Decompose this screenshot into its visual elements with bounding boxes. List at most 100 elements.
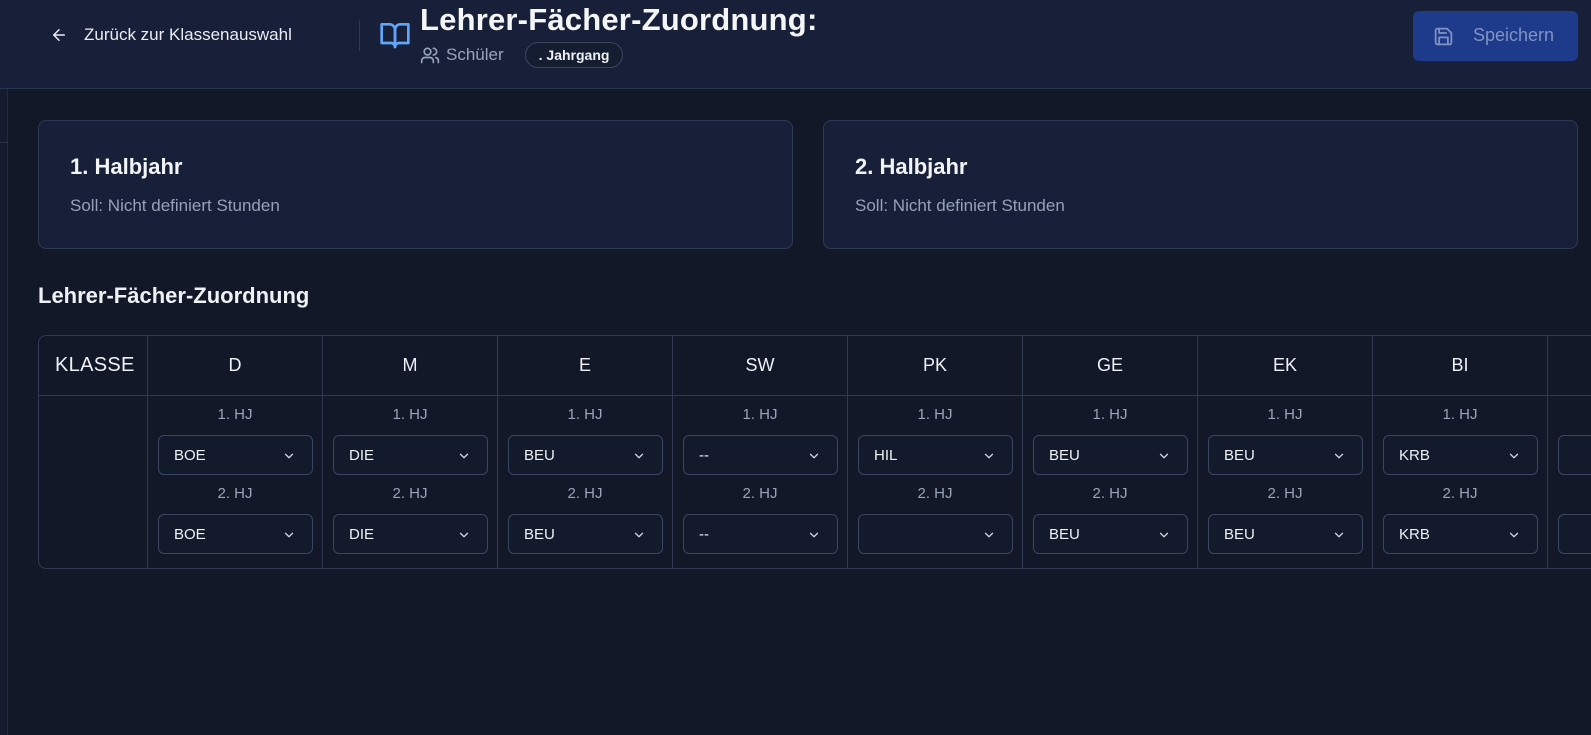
subject-header: EK bbox=[1272, 355, 1297, 375]
students-count: Schüler bbox=[446, 45, 504, 64]
subject-header: PK bbox=[922, 355, 947, 375]
chevron-down-icon bbox=[1159, 453, 1169, 459]
selected-teacher: -- bbox=[699, 526, 709, 543]
subject-column: EK 1. HJ BEU 2. HJ BEU bbox=[1198, 336, 1373, 568]
hj2-label: 2. HJ bbox=[1267, 485, 1303, 502]
hj1-label: 1. HJ bbox=[1442, 406, 1478, 423]
hj1-label: 1. HJ bbox=[917, 406, 953, 423]
teacher-select-hj2[interactable]: DIE bbox=[333, 514, 488, 554]
page-title: Lehrer-Fächer-Zuordnung: bbox=[420, 2, 818, 37]
selected-teacher: BEU bbox=[524, 447, 555, 464]
teacher-select-hj2[interactable]: KRB bbox=[1383, 514, 1538, 554]
subject-column: SW 1. HJ -- 2. HJ -- bbox=[673, 336, 848, 568]
chevron-down-icon bbox=[984, 453, 994, 459]
arrow-left-icon bbox=[53, 29, 65, 41]
selected-teacher: KRB bbox=[1399, 526, 1430, 543]
subject-column: M 1. HJ DIE 2. HJ DIE bbox=[323, 336, 498, 568]
selected-teacher: DIE bbox=[349, 526, 375, 543]
teacher-select-hj2[interactable]: BEU bbox=[508, 514, 663, 554]
teacher-select-hj1[interactable]: -- bbox=[683, 435, 838, 475]
chevron-down-icon bbox=[809, 532, 819, 538]
hj2-label: 2. HJ bbox=[917, 485, 953, 502]
subject-column: GE 1. HJ BEU 2. HJ BEU bbox=[1023, 336, 1198, 568]
selected-teacher: BEU bbox=[1049, 447, 1080, 464]
back-button[interactable]: Zurück zur Klassenauswahl bbox=[50, 20, 292, 50]
chevron-down-icon bbox=[459, 453, 469, 459]
header-divider bbox=[359, 20, 360, 51]
selected-teacher: HIL bbox=[874, 447, 898, 464]
halbjahr-1-card: 1. Halbjahr Soll: Nicht definiert Stunde… bbox=[38, 120, 793, 249]
assignment-table: KLASSE D 1. HJ BOE 2. HJ BOE M 1. HJ DIE 2. HJ DI… bbox=[38, 335, 1591, 569]
subject-column: E 1. HJ BEU 2. HJ BEU bbox=[498, 336, 673, 568]
teacher-select-hj2[interactable]: -- bbox=[683, 514, 838, 554]
teacher-select-hj2[interactable] bbox=[858, 514, 1013, 554]
chevron-down-icon bbox=[284, 532, 294, 538]
chevron-down-icon bbox=[809, 453, 819, 459]
subject-header: M bbox=[402, 355, 418, 375]
chevron-down-icon bbox=[1334, 532, 1344, 538]
selected-teacher: BEU bbox=[1224, 447, 1255, 464]
chevron-down-icon bbox=[634, 453, 644, 459]
halbjahr-title: 1. Halbjahr bbox=[70, 154, 183, 179]
selected-teacher: BEU bbox=[1224, 526, 1255, 543]
save-icon bbox=[1434, 27, 1453, 46]
selected-teacher: BEU bbox=[524, 526, 555, 543]
sidebar-edge bbox=[0, 88, 8, 735]
save-label: Speichern bbox=[1473, 25, 1555, 45]
subject-column: BI 1. HJ KRB 2. HJ KRB bbox=[1373, 336, 1548, 568]
halbjahr-title: 2. Halbjahr bbox=[855, 154, 968, 179]
chevron-down-icon bbox=[984, 532, 994, 538]
hj1-label: 1. HJ bbox=[1267, 406, 1303, 423]
subject-header: E bbox=[578, 355, 591, 375]
teacher-select-hj2[interactable]: BEU bbox=[1208, 514, 1363, 554]
selected-teacher: BEU bbox=[1049, 526, 1080, 543]
selected-teacher: BOE bbox=[174, 526, 206, 543]
chevron-down-icon bbox=[1334, 453, 1344, 459]
halbjahr-2-card: 2. Halbjahr Soll: Nicht definiert Stunde… bbox=[823, 120, 1578, 249]
hj1-label: 1. HJ bbox=[567, 406, 603, 423]
section-title: Lehrer-Fächer-Zuordnung bbox=[38, 283, 310, 308]
subject-header: BI bbox=[1451, 355, 1469, 375]
subject-column: PK 1. HJ HIL 2. HJ bbox=[848, 336, 1023, 568]
subject-column-overflow bbox=[1548, 336, 1591, 568]
teacher-select-hj2[interactable]: BOE bbox=[158, 514, 313, 554]
hj1-label: 1. HJ bbox=[392, 406, 428, 423]
chevron-down-icon bbox=[459, 532, 469, 538]
book-open-icon bbox=[380, 23, 410, 49]
hj1-label: 1. HJ bbox=[742, 406, 778, 423]
subject-column: D 1. HJ BOE 2. HJ BOE bbox=[148, 336, 323, 568]
chevron-down-icon bbox=[634, 532, 644, 538]
teacher-select-hj1[interactable]: DIE bbox=[333, 435, 488, 475]
teacher-select-hj1[interactable]: BOE bbox=[158, 435, 313, 475]
chevron-down-icon bbox=[284, 453, 294, 459]
teacher-select-hj1[interactable]: BEU bbox=[1208, 435, 1363, 475]
hj2-label: 2. HJ bbox=[392, 485, 428, 502]
hj1-label: 1. HJ bbox=[1092, 406, 1128, 423]
hj2-label: 2. HJ bbox=[1092, 485, 1128, 502]
back-label: Zurück zur Klassenauswahl bbox=[84, 25, 292, 44]
save-button[interactable]: Speichern bbox=[1413, 11, 1578, 61]
chevron-down-icon bbox=[1159, 532, 1169, 538]
selected-teacher: -- bbox=[699, 447, 709, 464]
chevron-down-icon bbox=[1509, 453, 1519, 459]
selected-teacher: KRB bbox=[1399, 447, 1430, 464]
selected-teacher: DIE bbox=[349, 447, 375, 464]
teacher-select-hj1[interactable]: KRB bbox=[1383, 435, 1538, 475]
teacher-select-hj1[interactable]: BEU bbox=[508, 435, 663, 475]
klasse-column: KLASSE bbox=[39, 336, 148, 568]
halbjahr-target-hours: Soll: Nicht definiert Stunden bbox=[70, 196, 280, 215]
teacher-select-hj2[interactable]: BEU bbox=[1033, 514, 1188, 554]
teacher-select-hj2[interactable] bbox=[1558, 514, 1591, 554]
hj1-label: 1. HJ bbox=[217, 406, 253, 423]
hj2-label: 2. HJ bbox=[1442, 485, 1478, 502]
hj2-label: 2. HJ bbox=[567, 485, 603, 502]
teacher-select-hj1[interactable]: BEU bbox=[1033, 435, 1188, 475]
class-meta: Schüler . Jahrgang bbox=[420, 41, 624, 69]
selected-teacher: BOE bbox=[174, 447, 206, 464]
subject-header: D bbox=[228, 355, 242, 375]
teacher-select-hj1[interactable] bbox=[1558, 435, 1591, 475]
teacher-select-hj1[interactable]: HIL bbox=[858, 435, 1013, 475]
chevron-down-icon bbox=[1509, 532, 1519, 538]
subject-header: GE bbox=[1096, 355, 1123, 375]
hj2-label: 2. HJ bbox=[742, 485, 778, 502]
